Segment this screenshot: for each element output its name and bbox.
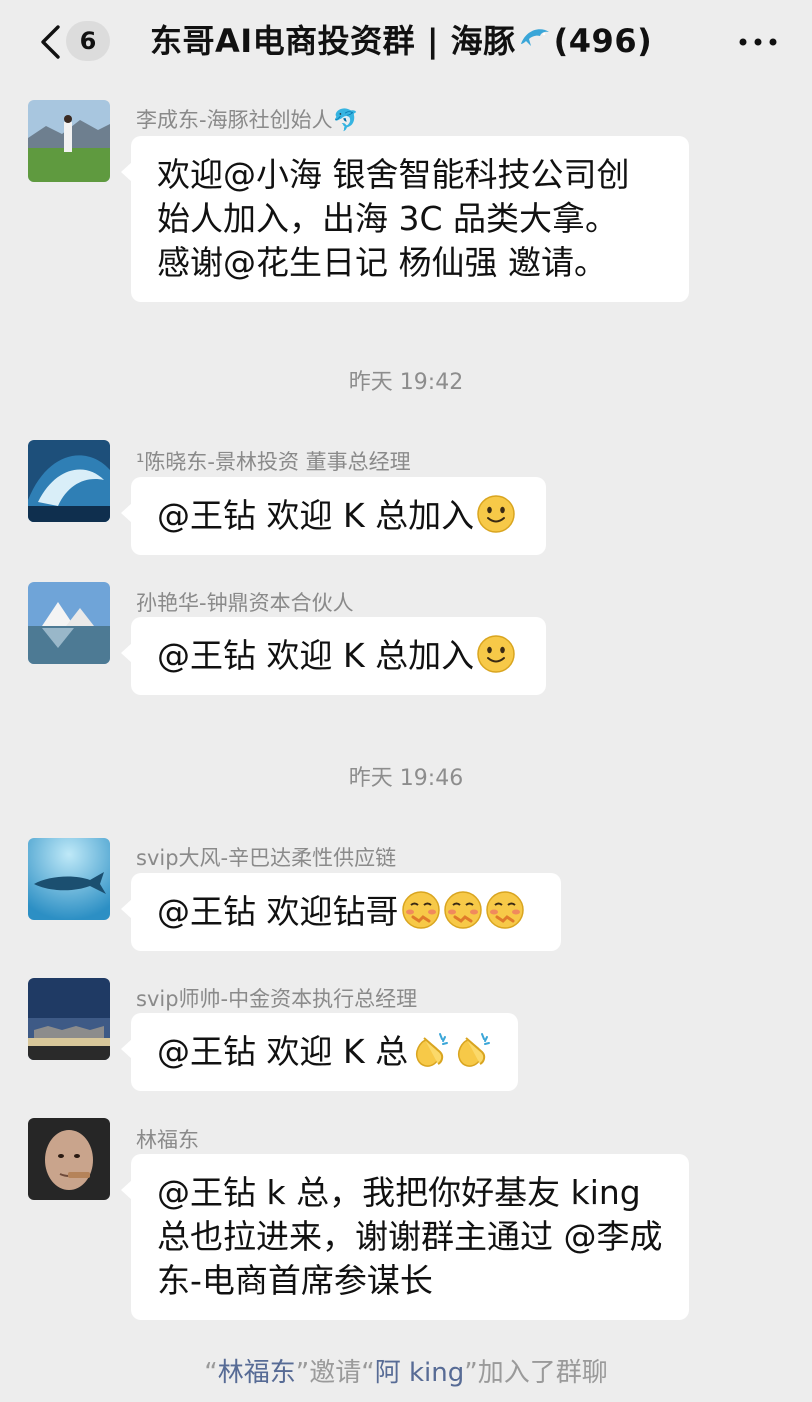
blush-emoji-icon [401, 891, 440, 929]
message-text-line: 感谢@花生日记 杨仙强 邀请。 [157, 243, 607, 282]
back-button[interactable] [30, 20, 70, 64]
avatar[interactable] [28, 582, 110, 664]
chevron-left-icon [41, 25, 60, 59]
system-notice-text: 加入了群聊 [477, 1358, 608, 1388]
message-text-line: @王钻 欢迎 K 总 [157, 1030, 492, 1074]
message-bubble[interactable]: @王钻 欢迎 K 总加入 [121, 617, 546, 695]
message-bubble[interactable]: @王钻 欢迎 K 总加入 [121, 477, 546, 555]
message-bubble[interactable]: @王钻 欢迎钻哥 [121, 873, 561, 951]
sender-name: 李成东-海豚社创始人🐬 [136, 108, 359, 132]
message-text-line: 欢迎@小海 银舍智能科技公司创 [157, 155, 630, 194]
chat-header: 6 东哥AI电商投资群 | 海豚 (496) [0, 0, 812, 88]
message-text-line: 总也拉进来，谢谢群主通过 @李成 [157, 1217, 663, 1256]
avatar[interactable] [28, 838, 110, 920]
invitee-link[interactable]: 阿 king [375, 1358, 465, 1388]
message-bubble[interactable]: 欢迎@小海 银舍智能科技公司创 始人加入，出海 3C 品类大拿。 感谢@花生日记… [121, 136, 689, 302]
message-bubble[interactable]: @王钻 欢迎 K 总 [121, 1013, 518, 1091]
message-text-line: @王钻 欢迎 K 总加入 [157, 494, 520, 538]
avatar[interactable] [28, 100, 110, 182]
blush-emoji-icon [443, 891, 482, 929]
clap-emoji-icon [416, 1033, 449, 1067]
avatar[interactable] [28, 1118, 110, 1200]
sender-name: svip师帅-中金资本执行总经理 [136, 987, 418, 1011]
system-notice-text: 邀请 [309, 1358, 362, 1388]
chat-member-count: (496) [553, 22, 653, 60]
message-text-line: @王钻 k 总，我把你好基友 king [157, 1173, 641, 1212]
message-text-line: 始人加入，出海 3C 品类大拿。 [157, 199, 619, 238]
sender-name: ¹陈晓东-景林投资 董事总经理 [136, 450, 411, 474]
timestamp: 昨天 19:42 [348, 370, 464, 395]
message-bubble[interactable]: @王钻 k 总，我把你好基友 king 总也拉进来，谢谢群主通过 @李成 东-电… [121, 1154, 689, 1320]
chat-title: 东哥AI电商投资群 | 海豚 (496) [150, 18, 670, 64]
blush-emoji-icon [485, 891, 524, 929]
sender-name: 孙艳华-钟鼎资本合伙人 [136, 591, 354, 615]
dolphin-icon [518, 18, 552, 64]
message-text-line: @王钻 欢迎 K 总加入 [157, 634, 520, 678]
smile-emoji-icon [477, 635, 515, 673]
avatar[interactable] [28, 978, 110, 1060]
timestamp: 昨天 19:46 [348, 766, 464, 791]
message-text-line: 东-电商首席参谋长 [157, 1261, 433, 1300]
message-text-line: @王钻 欢迎钻哥 [157, 890, 535, 934]
sender-name: 林福东 [136, 1128, 199, 1152]
unread-count-badge: 6 [66, 21, 110, 61]
avatar[interactable] [28, 440, 110, 522]
clap-emoji-icon [458, 1033, 491, 1067]
sender-name: svip大风-辛巴达柔性供应链 [136, 846, 397, 870]
system-notice: “林福东”邀请“阿 king”加入了群聊 [204, 1358, 608, 1388]
more-icon [739, 38, 777, 46]
more-button[interactable] [730, 24, 786, 60]
inviter-link[interactable]: 林福东 [218, 1358, 296, 1388]
smile-emoji-icon [477, 495, 515, 533]
chat-title-name: 东哥AI电商投资群 | 海豚 [150, 22, 516, 60]
